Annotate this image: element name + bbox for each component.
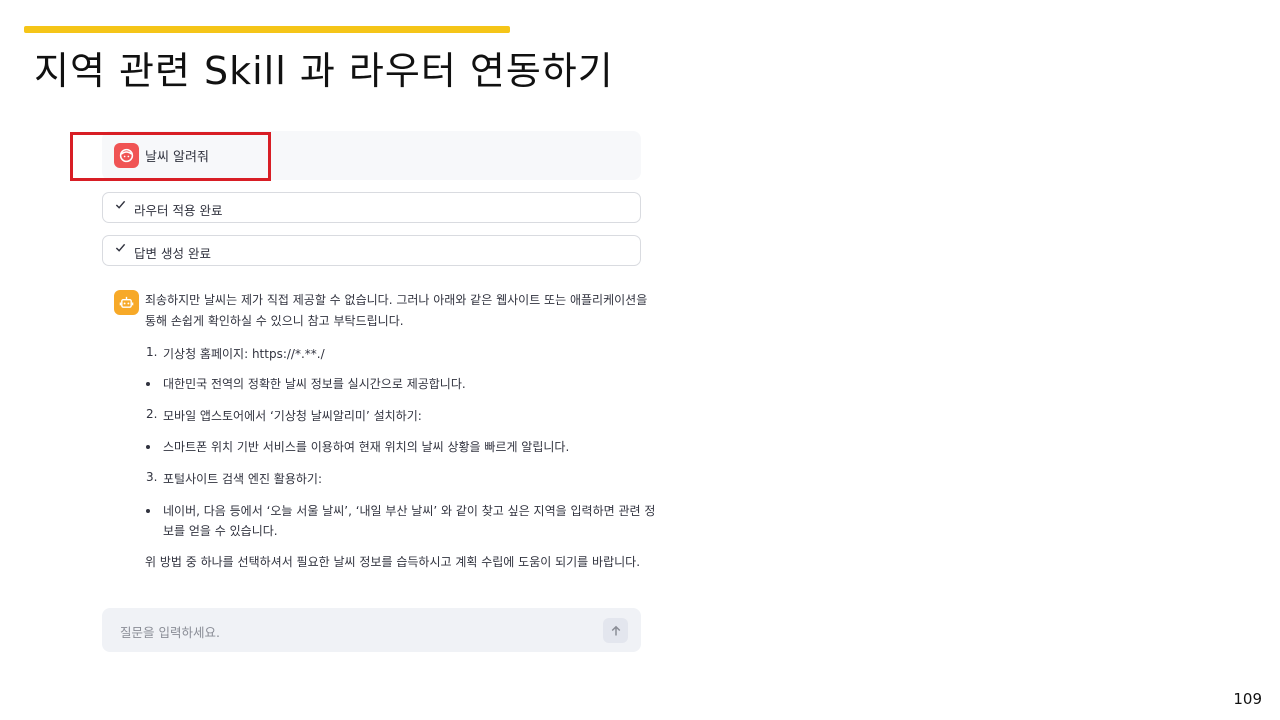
slide-title: 지역 관련 Skill 과 라우터 연동하기 [34, 49, 614, 93]
page-number: 109 [1233, 690, 1262, 708]
list-item-text: 기상청 홈페이지: https://*.**./ [163, 347, 325, 361]
check-icon [115, 242, 126, 257]
list-item-text: 스마트폰 위치 기반 서비스를 이용하여 현재 위치의 날씨 상황을 빠르게 알… [163, 440, 570, 454]
list-number: 1. [146, 345, 158, 359]
arrow-up-icon [611, 625, 620, 635]
list-number: 2. [146, 407, 158, 421]
bot-outro: 위 방법 중 하나를 선택하셔서 필요한 날씨 정보를 습득하시고 계획 수립에… [145, 555, 641, 569]
list-item-text: 네이버, 다음 등에서 ‘오늘 서울 날씨’, ‘내일 부산 날씨’ 와 같이 … [163, 504, 656, 518]
list-item-text-continued: 보를 얻을 수 있습니다. [163, 524, 278, 538]
chat-input[interactable]: 질문을 입력하세요. [102, 608, 641, 652]
list-item-text: 포털사이트 검색 엔진 활용하기: [163, 472, 323, 486]
bot-intro-line-1: 죄송하지만 날씨는 제가 직접 제공할 수 없습니다. 그러나 아래와 같은 웹… [145, 293, 648, 307]
status-label: 답변 생성 완료 [134, 246, 211, 261]
highlight-box [70, 132, 271, 181]
status-answer-generated[interactable]: 답변 생성 완료 [102, 235, 641, 266]
check-icon [115, 199, 126, 214]
status-router-applied[interactable]: 라우터 적용 완료 [102, 192, 641, 223]
chat-input-placeholder: 질문을 입력하세요. [120, 625, 220, 640]
list-item-text: 대한민국 전역의 정확한 날씨 정보를 실시간으로 제공합니다. [163, 377, 466, 391]
bullet-icon [146, 445, 150, 449]
list-number: 3. [146, 470, 158, 484]
title-accent-bar [24, 26, 510, 33]
status-label: 라우터 적용 완료 [134, 203, 223, 218]
bullet-icon [146, 382, 150, 386]
robot-icon [114, 290, 139, 315]
bot-intro-line-2: 통해 손쉽게 확인하실 수 있으니 참고 부탁드립니다. [145, 314, 404, 328]
send-button[interactable] [603, 618, 628, 643]
bullet-icon [146, 509, 150, 513]
list-item-text: 모바일 앱스토어에서 ‘기상청 날씨알리미’ 설치하기: [163, 409, 422, 423]
